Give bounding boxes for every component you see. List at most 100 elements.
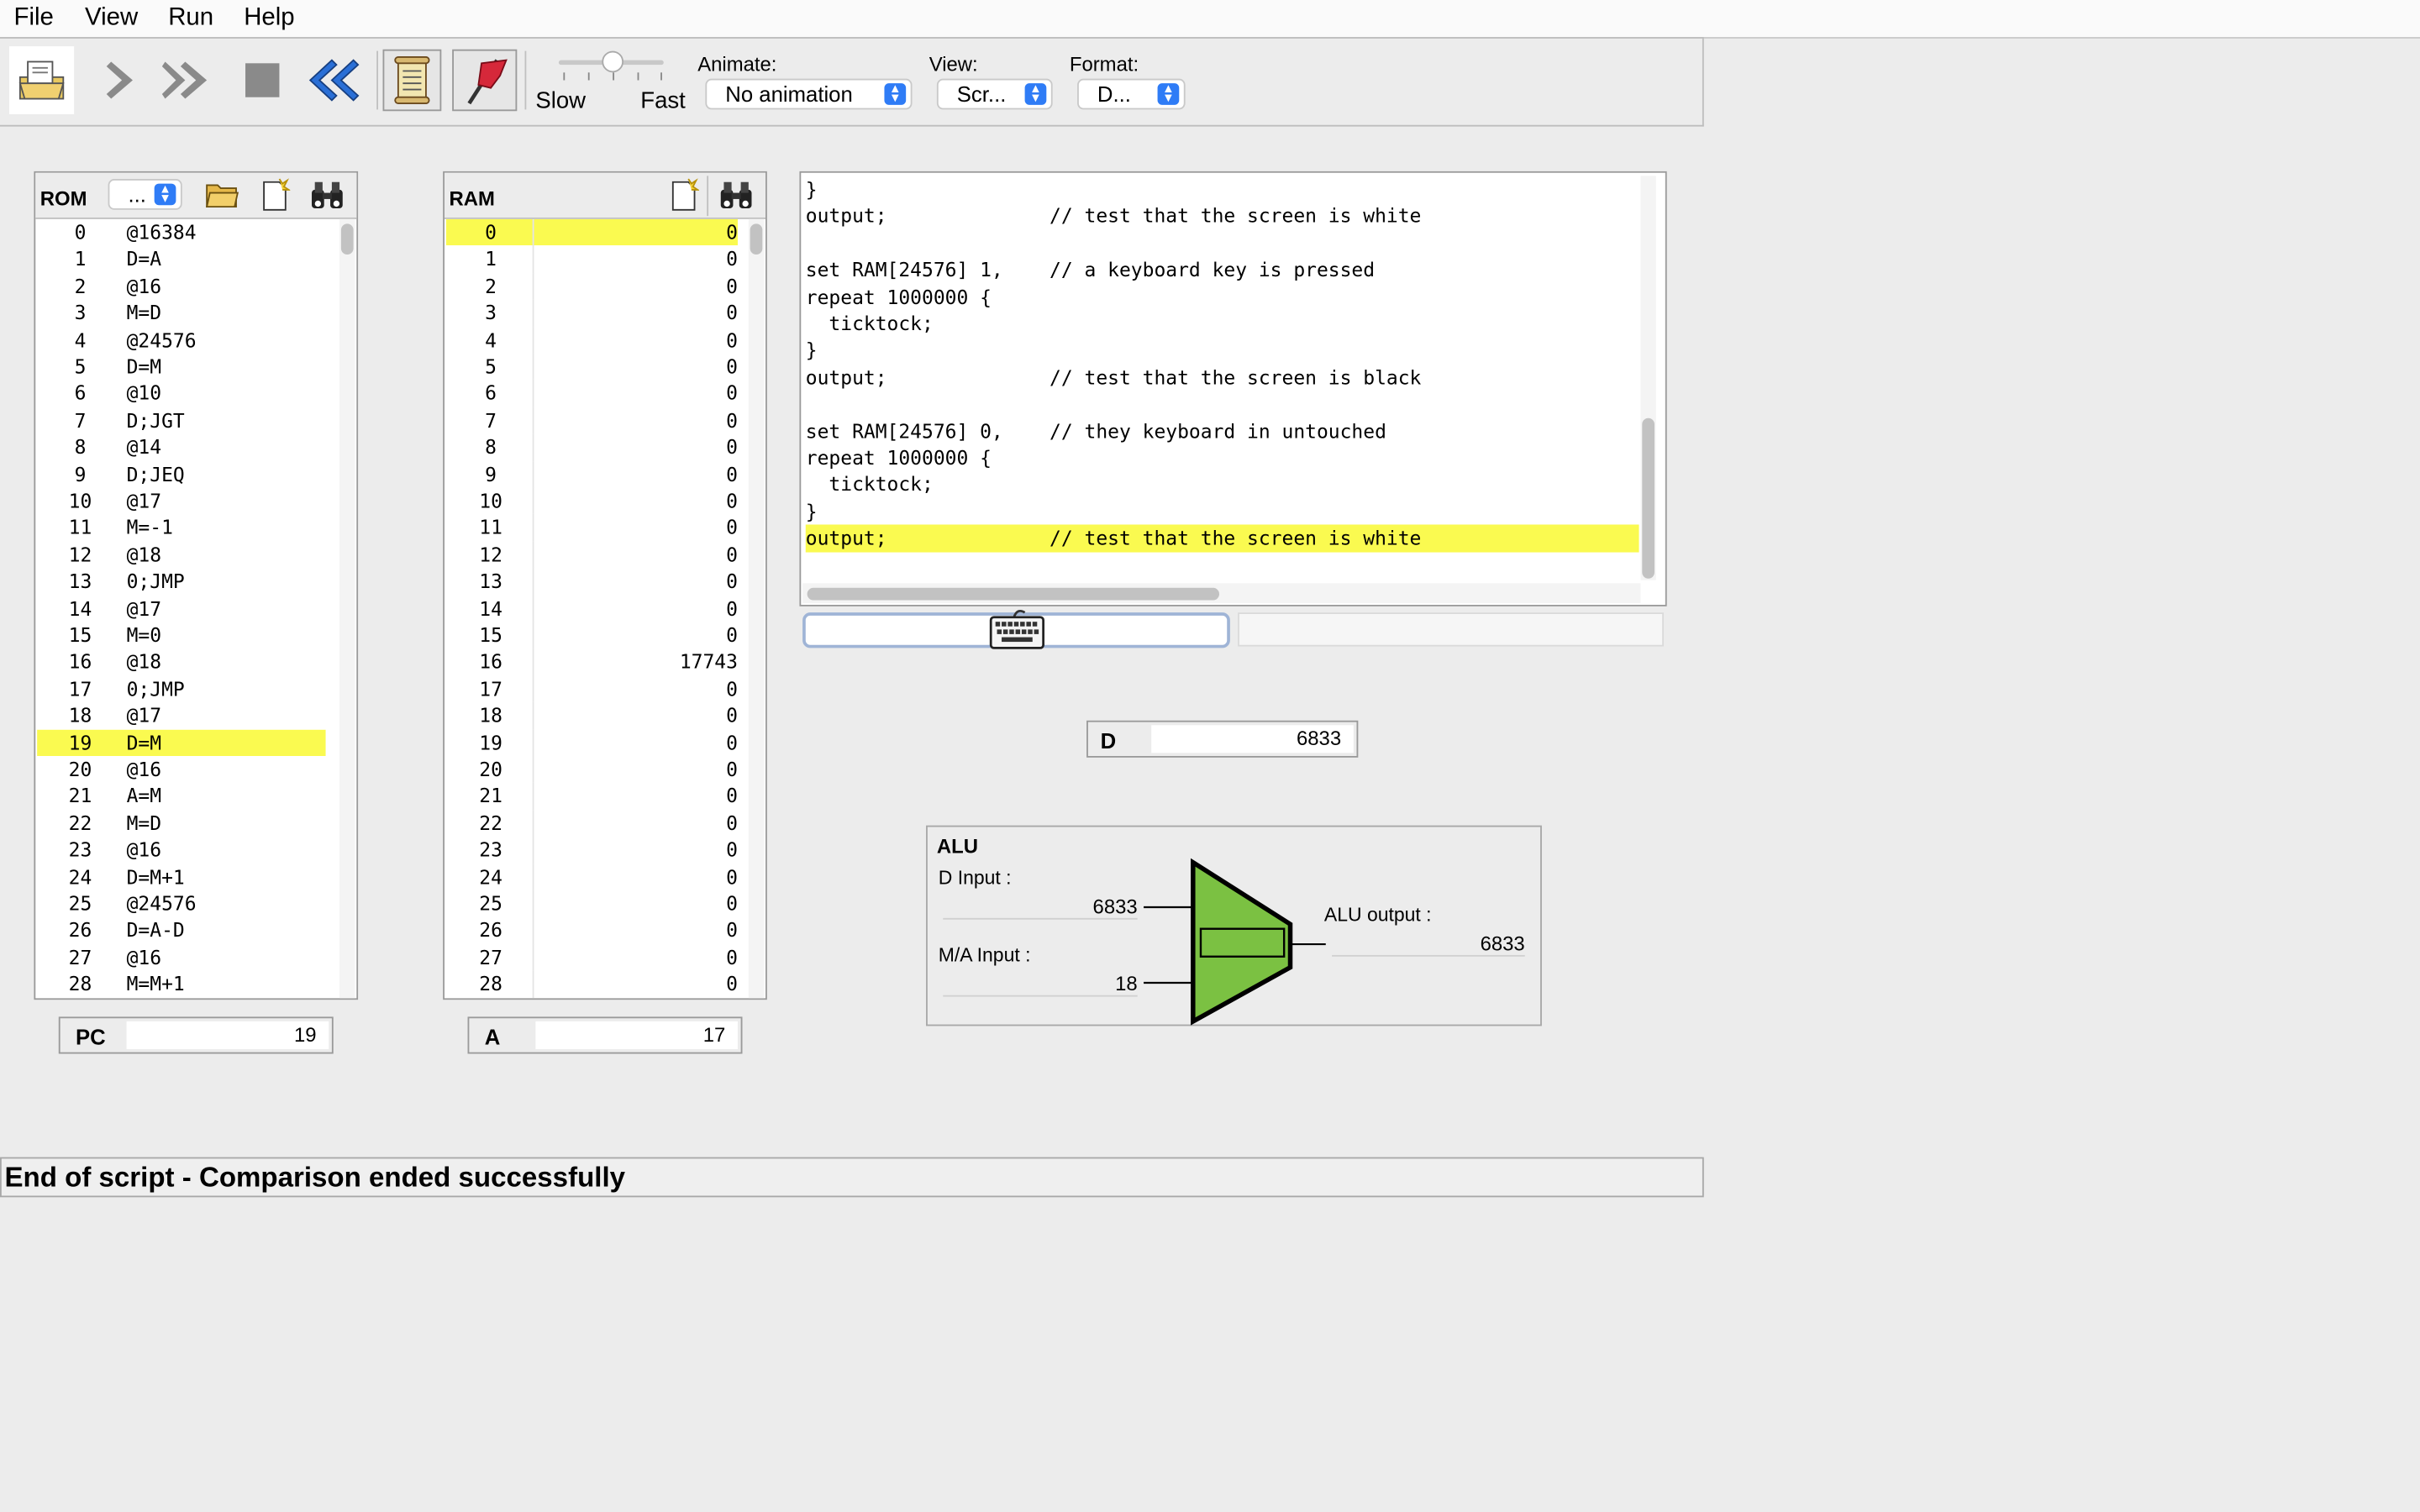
script-hscrollbar[interactable]: [802, 583, 1641, 604]
script-line[interactable]: }: [806, 176, 1639, 202]
script-line[interactable]: ticktock;: [806, 471, 1639, 498]
menu-run[interactable]: Run: [168, 5, 213, 33]
ram-row[interactable]: 20: [446, 272, 738, 300]
ram-row-value[interactable]: 0: [726, 702, 738, 729]
script-line[interactable]: set RAM[24576] 1, // a keyboard key is p…: [806, 256, 1639, 283]
script-line[interactable]: [806, 391, 1639, 417]
rom-row[interactable]: 9 D;JEQ: [37, 460, 325, 487]
rom-format-select[interactable]: ... ▲ ▼: [108, 179, 182, 210]
rom-row-value[interactable]: @18: [127, 541, 161, 568]
format-select[interactable]: D... ▲ ▼: [1077, 78, 1186, 110]
script-line[interactable]: output; // test that the screen is black: [806, 364, 1639, 391]
ram-row[interactable]: 80: [446, 433, 738, 461]
rom-row-value[interactable]: M=M+1: [127, 971, 185, 998]
script-line[interactable]: repeat 1000000 {: [806, 283, 1639, 310]
rom-row-value[interactable]: D=M: [127, 354, 161, 381]
rom-row-value[interactable]: M=-1: [127, 514, 173, 541]
rom-row[interactable]: 1 D=A: [37, 246, 325, 273]
ram-row-value[interactable]: 0: [726, 810, 738, 837]
single-step-button[interactable]: [92, 50, 151, 111]
ram-row[interactable]: 15 0: [446, 622, 738, 649]
script-line[interactable]: }: [806, 337, 1639, 364]
rom-row[interactable]: 18 @17: [37, 702, 325, 729]
rom-row-value[interactable]: @14: [127, 433, 161, 460]
ram-row-value[interactable]: 0: [726, 219, 738, 246]
ram-row-value[interactable]: 0: [726, 541, 738, 568]
speed-slider[interactable]: [555, 50, 666, 85]
ram-row-value[interactable]: 17743: [680, 648, 738, 675]
ram-row-value[interactable]: 0: [726, 327, 738, 354]
rom-scrollbar[interactable]: [339, 218, 355, 999]
rom-row-value[interactable]: @16: [127, 944, 161, 971]
rom-row-value[interactable]: D=M: [127, 729, 161, 756]
a-value[interactable]: 17: [535, 1021, 738, 1049]
ram-row[interactable]: 50: [446, 353, 738, 381]
rom-row[interactable]: 12 @18: [37, 541, 325, 568]
ram-row[interactable]: 17 0: [446, 675, 738, 703]
ram-row-value[interactable]: 0: [726, 568, 738, 595]
ram-row[interactable]: 00: [445, 218, 738, 246]
pc-value[interactable]: 19: [126, 1021, 329, 1049]
rom-row[interactable]: 23 @16: [37, 837, 325, 864]
script-line[interactable]: output; // test that the screen is white: [806, 202, 1639, 229]
rom-row-value[interactable]: 0;JMP: [127, 568, 185, 595]
script-text[interactable]: } output; // test that the screen is whit…: [801, 175, 1639, 579]
script-line[interactable]: [806, 229, 1639, 256]
rom-row[interactable]: 15 M=0: [37, 622, 325, 648]
ram-row-value[interactable]: 0: [726, 460, 738, 487]
rom-row-value[interactable]: @17: [127, 595, 161, 622]
ram-row-value[interactable]: 0: [726, 487, 738, 514]
rom-row-value[interactable]: @16: [127, 273, 161, 300]
rom-row[interactable]: 4 @24576: [37, 327, 325, 354]
rom-row-value[interactable]: D;JGT: [127, 407, 185, 434]
ram-row[interactable]: 26 0: [446, 916, 738, 944]
rom-row-value[interactable]: D;JEQ: [127, 460, 185, 487]
script-line[interactable]: output; // test that the screen is white: [805, 524, 1639, 552]
ram-row-value[interactable]: 0: [726, 864, 738, 890]
rom-row[interactable]: 13 0;JMP: [37, 568, 325, 595]
ram-row[interactable]: 12 0: [446, 541, 738, 569]
ram-row-value[interactable]: 0: [726, 675, 738, 702]
rom-row[interactable]: 21 A=M: [37, 783, 325, 810]
load-program-button[interactable]: [9, 46, 75, 114]
animate-select[interactable]: No animation ▲ ▼: [705, 78, 913, 110]
rom-row[interactable]: 2 @16: [37, 273, 325, 300]
rom-row-value[interactable]: M=D: [127, 300, 161, 327]
speed-slider-thumb[interactable]: [602, 50, 624, 73]
ram-row-value[interactable]: 0: [726, 890, 738, 917]
rom-row[interactable]: 28 M=M+1: [37, 971, 325, 998]
rom-row-value[interactable]: @17: [127, 487, 161, 514]
rom-row-value[interactable]: M=0: [127, 622, 161, 648]
reset-button[interactable]: [302, 50, 361, 111]
ram-row-value[interactable]: 0: [726, 729, 738, 756]
rom-row[interactable]: 10 @17: [37, 487, 325, 514]
ram-row[interactable]: 70: [446, 407, 738, 434]
rom-row[interactable]: 19 D=M: [37, 729, 326, 756]
ram-row[interactable]: 10: [446, 245, 738, 273]
rom-row[interactable]: 0 @16384: [37, 219, 325, 246]
script-hscroll-thumb[interactable]: [807, 587, 1220, 601]
ram-row[interactable]: 18 0: [446, 702, 738, 730]
ram-row-value[interactable]: 0: [726, 971, 738, 998]
rom-row[interactable]: 26 D=A-D: [37, 917, 325, 944]
ram-row[interactable]: 27 0: [446, 943, 738, 971]
rom-row[interactable]: 6 @10: [37, 381, 325, 407]
rom-row[interactable]: 25 @24576: [37, 890, 325, 917]
rom-row-value[interactable]: @10: [127, 381, 161, 407]
ram-row[interactable]: 22 0: [446, 809, 738, 837]
rom-row-value[interactable]: D=A: [127, 246, 161, 273]
ram-row-value[interactable]: 0: [726, 837, 738, 864]
ram-row[interactable]: 14 0: [446, 595, 738, 622]
ram-scroll-thumb[interactable]: [750, 223, 763, 255]
ram-list[interactable]: 0 0 1 0 2 0 3 0 4 0 5 0 6 0 7 0 8 0 9 0 10 0 11 0 12 0 13 0 14 0 15 0 16…: [445, 218, 743, 999]
ram-row[interactable]: 23 0: [446, 836, 738, 864]
ram-row[interactable]: 20 0: [446, 756, 738, 783]
new-file-icon[interactable]: [668, 177, 700, 211]
new-file-icon[interactable]: [260, 177, 291, 211]
ram-row[interactable]: 19 0: [446, 729, 738, 756]
rom-row[interactable]: 20 @16: [37, 756, 325, 783]
d-value[interactable]: 6833: [1151, 725, 1354, 753]
rom-row[interactable]: 24 D=M+1: [37, 864, 325, 890]
rom-row[interactable]: 11 M=-1: [37, 514, 325, 541]
ram-row[interactable]: 13 0: [446, 568, 738, 596]
